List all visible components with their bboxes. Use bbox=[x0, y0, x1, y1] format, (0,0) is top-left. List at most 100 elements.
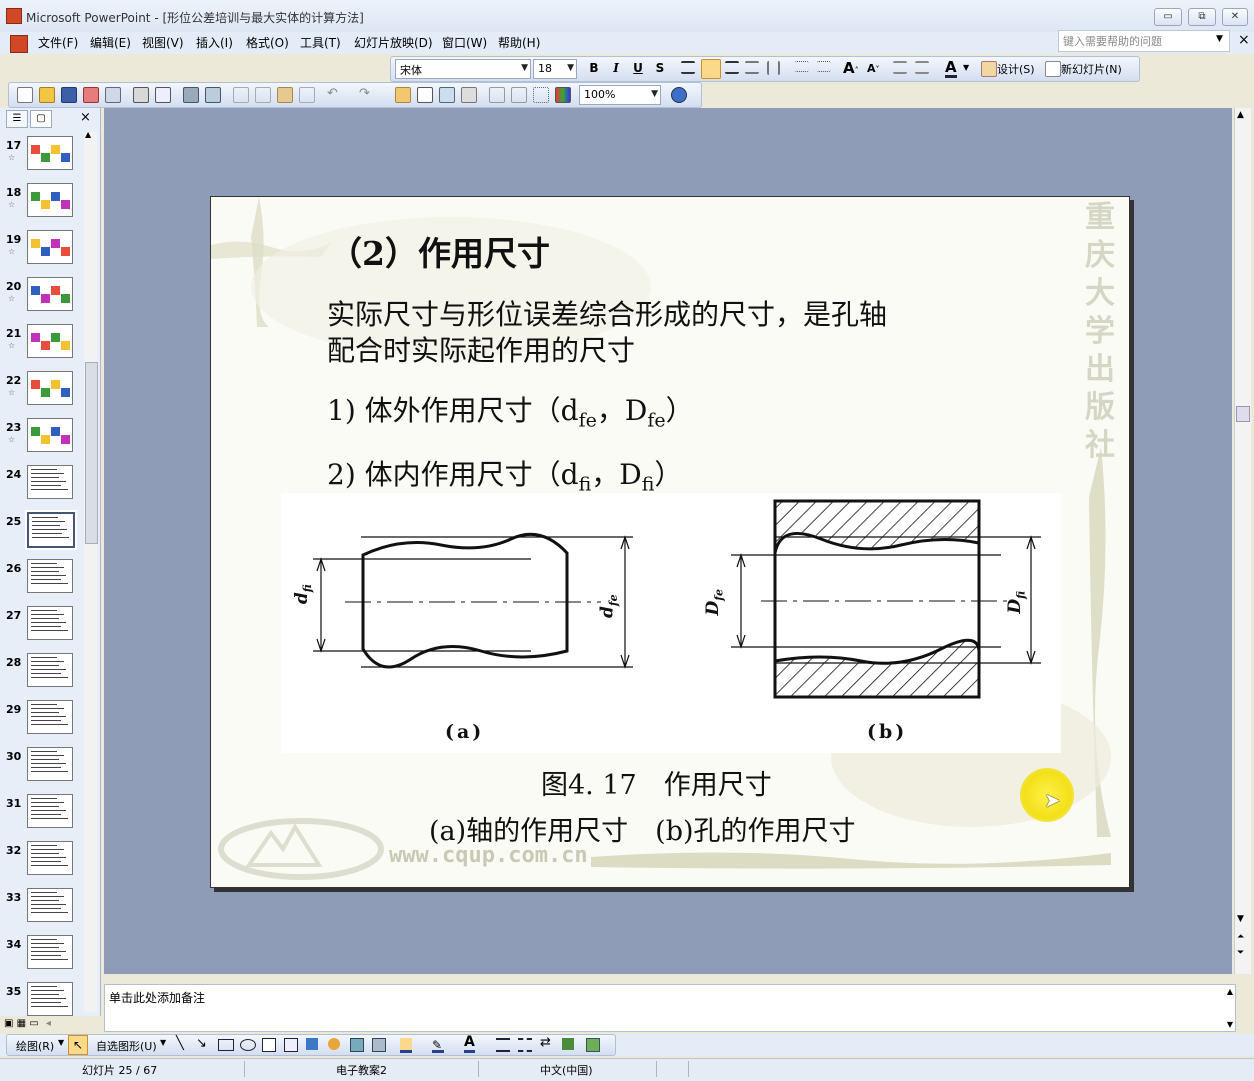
hscroll-left-icon[interactable]: ◂ bbox=[46, 1018, 51, 1029]
slide-thumbnail[interactable] bbox=[27, 136, 73, 170]
slide-thumbnail[interactable] bbox=[27, 841, 73, 875]
font-name-combo[interactable]: 宋体 ▼ bbox=[395, 59, 531, 79]
show-formatting-icon[interactable] bbox=[511, 87, 527, 103]
insert-chart-icon[interactable] bbox=[395, 87, 411, 103]
normal-view-icon[interactable]: ▣ bbox=[4, 1018, 13, 1029]
slideshow-icon[interactable]: ▭ bbox=[29, 1018, 38, 1029]
slide-thumbnail[interactable] bbox=[27, 277, 73, 311]
slide-thumbnail[interactable] bbox=[27, 324, 73, 358]
slide-thumbnail[interactable] bbox=[27, 888, 73, 922]
slide-thumbnail[interactable] bbox=[27, 418, 73, 452]
open-folder-icon[interactable] bbox=[39, 87, 55, 103]
spelling-icon[interactable] bbox=[183, 87, 199, 103]
autoshapes-button[interactable]: 自选图形(U) bbox=[96, 1038, 157, 1054]
minimize-button[interactable]: ▭ bbox=[1154, 8, 1182, 26]
menu-format[interactable]: 格式(O) bbox=[246, 34, 289, 52]
slide-thumbnail[interactable] bbox=[27, 653, 73, 687]
rectangle-icon[interactable] bbox=[218, 1039, 234, 1051]
slide-thumbnail[interactable] bbox=[27, 982, 73, 1016]
color-grayscale-icon[interactable] bbox=[555, 87, 571, 103]
line-style-icon[interactable] bbox=[496, 1038, 510, 1052]
undo-icon[interactable]: ↶ bbox=[327, 86, 338, 101]
align-center-icon[interactable] bbox=[701, 59, 721, 79]
3d-style-icon[interactable] bbox=[586, 1038, 600, 1052]
print-icon[interactable] bbox=[133, 87, 149, 103]
clipart-icon[interactable] bbox=[350, 1038, 364, 1052]
outline-tab[interactable]: ☰ bbox=[6, 110, 28, 128]
slides-tab[interactable]: ▢ bbox=[30, 110, 52, 128]
cut-icon[interactable] bbox=[233, 87, 249, 103]
increase-indent-icon[interactable] bbox=[915, 61, 929, 74]
slide-thumbnail[interactable] bbox=[27, 371, 73, 405]
grid-icon[interactable] bbox=[533, 87, 549, 103]
slide-scrollbar[interactable]: ▲ ▼ ⏶ ⏷ bbox=[1234, 108, 1251, 974]
notes-pane[interactable]: 单击此处添加备注 ▲ ▼ bbox=[104, 984, 1236, 1032]
slide-thumbnail[interactable] bbox=[27, 794, 73, 828]
slide-thumbnail[interactable] bbox=[27, 606, 73, 640]
draw-menu-button[interactable]: 绘图(R) bbox=[16, 1038, 54, 1054]
next-slide-icon[interactable]: ⏷ bbox=[1237, 948, 1244, 958]
bold-button[interactable]: B bbox=[585, 60, 603, 76]
scroll-thumb[interactable] bbox=[85, 362, 98, 544]
help-dropdown-icon[interactable]: ▼ bbox=[1216, 34, 1223, 44]
font-color-icon[interactable]: A bbox=[945, 59, 957, 78]
maximize-button[interactable]: ⧉ bbox=[1188, 8, 1216, 26]
help-search-input[interactable]: 键入需要帮助的问题 bbox=[1058, 30, 1230, 52]
slide-thumbnail[interactable] bbox=[27, 747, 73, 781]
close-document-icon[interactable]: × bbox=[1238, 32, 1250, 48]
menu-file[interactable]: 文件(F) bbox=[38, 34, 78, 52]
increase-font-icon[interactable]: A˄ bbox=[843, 59, 859, 77]
chevron-down-icon[interactable]: ▼ bbox=[58, 1038, 64, 1047]
line-icon[interactable]: ╲ bbox=[176, 1036, 184, 1051]
shadow-button[interactable]: S bbox=[651, 60, 669, 76]
arrow-icon[interactable]: ↘ bbox=[196, 1036, 207, 1051]
email-icon[interactable] bbox=[105, 87, 121, 103]
menu-slideshow[interactable]: 幻灯片放映(D) bbox=[354, 34, 433, 52]
menu-window[interactable]: 窗口(W) bbox=[442, 34, 487, 52]
hyperlink-icon[interactable] bbox=[461, 87, 477, 103]
close-button[interactable]: ✕ bbox=[1222, 8, 1248, 26]
select-objects-icon[interactable]: ↖ bbox=[68, 1035, 88, 1055]
vertical-textbox-icon[interactable] bbox=[284, 1038, 298, 1052]
expand-all-icon[interactable] bbox=[489, 87, 505, 103]
scroll-up-icon[interactable]: ▲ bbox=[1237, 110, 1244, 120]
shadow-style-icon[interactable] bbox=[562, 1038, 574, 1050]
decrease-font-icon[interactable]: A˅ bbox=[867, 62, 880, 75]
chevron-down-icon[interactable]: ▼ bbox=[963, 63, 969, 72]
slide-thumbnail[interactable] bbox=[25, 510, 77, 550]
distribute-icon[interactable] bbox=[767, 61, 780, 75]
italic-button[interactable]: I bbox=[607, 60, 625, 76]
menu-insert[interactable]: 插入(I) bbox=[196, 34, 233, 52]
menu-edit[interactable]: 编辑(E) bbox=[90, 34, 131, 52]
scroll-down-icon[interactable]: ▼ bbox=[1227, 1020, 1233, 1029]
textbox-icon[interactable] bbox=[262, 1038, 276, 1052]
format-painter-icon[interactable] bbox=[299, 87, 315, 103]
insert-table-icon[interactable] bbox=[417, 87, 433, 103]
research-icon[interactable] bbox=[205, 87, 221, 103]
align-right-icon[interactable] bbox=[725, 61, 739, 74]
permission-icon[interactable] bbox=[83, 87, 99, 103]
line-color-icon[interactable]: ✎ bbox=[432, 1038, 444, 1053]
numbering-icon[interactable] bbox=[795, 61, 809, 72]
menu-help[interactable]: 帮助(H) bbox=[498, 34, 540, 52]
arrow-style-icon[interactable]: ⇄ bbox=[540, 1035, 551, 1050]
close-panel-icon[interactable]: × bbox=[80, 110, 91, 125]
justify-icon[interactable] bbox=[745, 61, 759, 74]
fill-color-icon[interactable] bbox=[400, 1038, 412, 1053]
slide-thumbnail[interactable] bbox=[27, 700, 73, 734]
scroll-up-icon[interactable]: ▲ bbox=[85, 130, 91, 139]
save-icon[interactable] bbox=[61, 87, 77, 103]
font-size-combo[interactable]: 18 ▼ bbox=[533, 59, 577, 79]
paste-icon[interactable] bbox=[277, 87, 293, 103]
design-button[interactable]: 设计(S) bbox=[997, 61, 1035, 77]
redo-icon[interactable]: ↷ bbox=[359, 86, 370, 101]
decrease-indent-icon[interactable] bbox=[893, 61, 907, 74]
underline-button[interactable]: U bbox=[629, 60, 647, 76]
new-file-icon[interactable] bbox=[17, 87, 33, 103]
slide-thumbnail[interactable] bbox=[27, 183, 73, 217]
menu-tools[interactable]: 工具(T) bbox=[300, 34, 341, 52]
print-preview-icon[interactable] bbox=[155, 87, 171, 103]
zoom-combo[interactable]: 100% ▼ bbox=[579, 85, 661, 105]
picture-icon[interactable] bbox=[372, 1038, 386, 1052]
slide-thumbnail[interactable] bbox=[27, 465, 73, 499]
